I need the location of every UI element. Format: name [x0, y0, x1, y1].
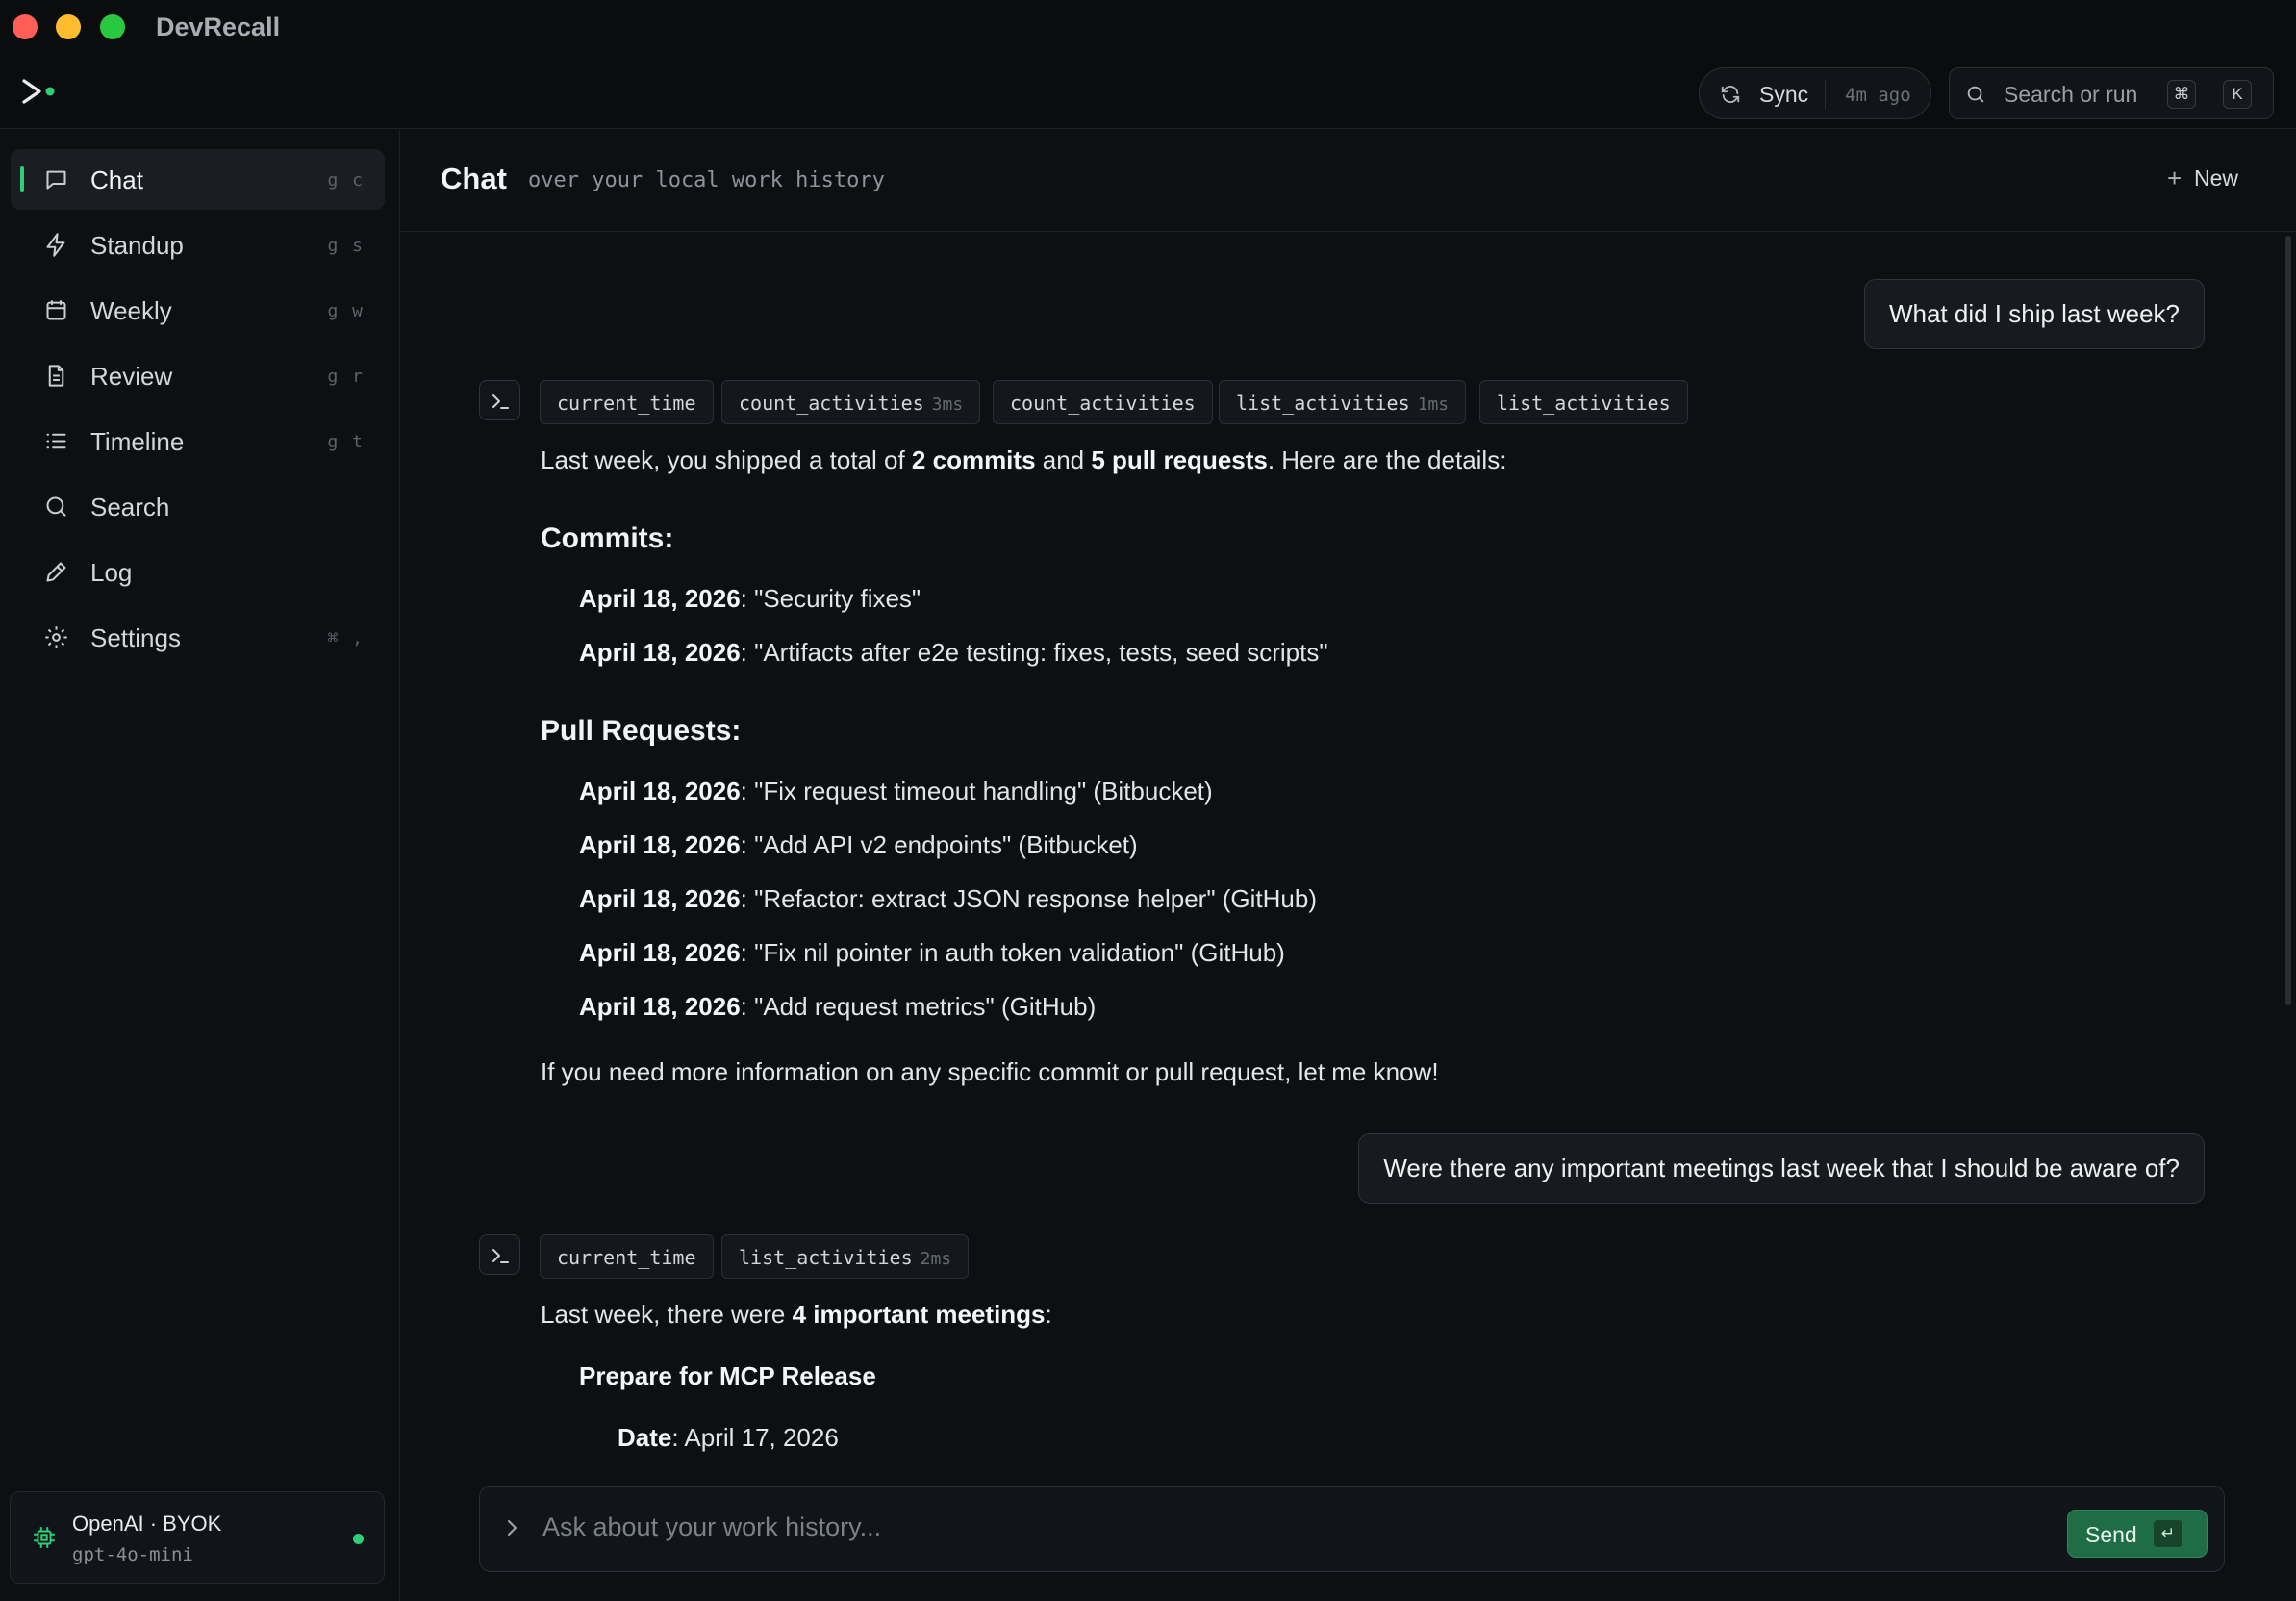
search-icon: [1965, 84, 1986, 110]
sidebar-item-label: Settings: [90, 623, 181, 652]
assistant-outro: If you need more information on any spec…: [541, 1057, 1439, 1086]
sidebar-item-weekly[interactable]: Weekly g w: [11, 280, 385, 341]
document-icon: [43, 363, 69, 394]
title-bar: DevRecall: [0, 0, 2296, 54]
app-logo-icon[interactable]: [21, 77, 58, 113]
meeting-title: Prepare for MCP Release: [579, 1361, 876, 1390]
sidebar-item-review[interactable]: Review g r: [11, 345, 385, 406]
meeting-date: Date: April 17, 2026: [618, 1423, 839, 1452]
chat-input[interactable]: Ask about your work history... Send ↵: [479, 1486, 2225, 1572]
sidebar-item-search[interactable]: Search: [11, 476, 385, 537]
sidebar-item-label: Weekly: [90, 296, 172, 325]
new-chat-label: New: [2194, 165, 2239, 191]
model-name: gpt-4o-mini: [72, 1544, 193, 1565]
status-indicator: [353, 1534, 364, 1544]
shortcut-hint: g r: [327, 367, 365, 387]
maximize-window-button[interactable]: [100, 14, 125, 39]
shortcut-hint: g s: [327, 236, 365, 256]
search-placeholder: Search or run: [2004, 82, 2138, 107]
shortcut-hint: g c: [327, 170, 365, 191]
search-icon: [43, 494, 69, 524]
pr-item: April 18, 2026: "Add request metrics" (G…: [579, 992, 1097, 1021]
user-message: Were there any important meetings last w…: [1358, 1133, 2205, 1204]
tool-chip[interactable]: list_activities 2ms: [721, 1234, 970, 1279]
pull-requests-heading: Pull Requests:: [541, 715, 742, 747]
sync-divider: [1825, 80, 1826, 109]
tool-chip[interactable]: current_time: [540, 380, 714, 424]
send-label: Send: [2085, 1522, 2137, 1547]
chat-scrollbar[interactable]: [2285, 236, 2291, 1005]
sidebar-item-label: Review: [90, 362, 173, 391]
shortcut-hint: g t: [327, 432, 365, 452]
command-search-input[interactable]: Search or run ⌘ K: [1949, 67, 2274, 119]
page-title: Chat: [441, 162, 507, 195]
active-indicator: [20, 166, 24, 192]
tool-chip[interactable]: list_activities 1ms: [1219, 380, 1467, 424]
sidebar-item-label: Chat: [90, 165, 143, 194]
tool-chip[interactable]: current_time: [540, 1234, 714, 1279]
model-selector[interactable]: OpenAI · BYOK gpt-4o-mini: [10, 1491, 385, 1584]
kbd-k: K: [2223, 80, 2252, 109]
sidebar-item-label: Search: [90, 493, 170, 521]
tool-chip[interactable]: count_activities: [993, 380, 1213, 424]
assistant-intro: Last week, there were 4 important meetin…: [541, 1300, 1052, 1329]
assistant-intro: Last week, you shipped a total of 2 comm…: [541, 445, 1507, 474]
model-provider: OpenAI · BYOK: [72, 1512, 222, 1536]
minimize-window-button[interactable]: [56, 14, 81, 39]
chip-icon: [32, 1525, 57, 1555]
shortcut-hint: ⌘ ,: [327, 628, 365, 648]
kbd-command: ⌘: [2167, 80, 2196, 109]
sidebar-item-timeline[interactable]: Timeline g t: [11, 411, 385, 471]
page-subtitle: over your local work history: [528, 168, 885, 192]
sidebar: Chat g c Standup g s Weekly g w Review g…: [0, 130, 400, 1601]
commits-heading: Commits:: [541, 522, 674, 554]
sidebar-item-label: Timeline: [90, 427, 185, 456]
sidebar-item-chat[interactable]: Chat g c: [11, 149, 385, 210]
calendar-icon: [43, 297, 69, 328]
list-icon: [43, 428, 69, 459]
enter-key-icon: ↵: [2153, 1519, 2183, 1548]
sidebar-item-log[interactable]: Log: [11, 542, 385, 602]
commit-item: April 18, 2026: "Security fixes": [579, 584, 921, 613]
terminal-icon: [479, 380, 520, 420]
sync-icon: [1720, 84, 1741, 110]
user-message: What did I ship last week?: [1863, 279, 2205, 349]
gear-icon: [43, 624, 69, 655]
tool-chip[interactable]: list_activities: [1479, 380, 1688, 424]
sidebar-item-settings[interactable]: Settings ⌘ ,: [11, 607, 385, 668]
sync-button[interactable]: Sync 4m ago: [1699, 67, 1931, 119]
pr-item: April 18, 2026: "Refactor: extract JSON …: [579, 884, 1318, 913]
sidebar-item-standup[interactable]: Standup g s: [11, 215, 385, 275]
top-bar: Sync 4m ago Search or run ⌘ K: [0, 54, 2296, 129]
chat-header: Chat over your local work history + New: [401, 130, 2296, 232]
plus-icon: +: [2167, 164, 2182, 192]
bolt-icon: [43, 232, 69, 263]
send-button[interactable]: Send ↵: [2067, 1510, 2208, 1558]
pen-icon: [43, 559, 69, 590]
pr-item: April 18, 2026: "Add API v2 endpoints" (…: [579, 830, 1138, 859]
close-window-button[interactable]: [13, 14, 38, 39]
sidebar-item-label: Standup: [90, 231, 184, 260]
pr-item: April 18, 2026: "Fix nil pointer in auth…: [579, 938, 1285, 967]
shortcut-hint: g w: [327, 301, 365, 321]
terminal-icon: [479, 1234, 520, 1275]
chevron-right-icon: [505, 1517, 520, 1543]
chat-icon: [43, 166, 69, 197]
commit-item: April 18, 2026: "Artifacts after e2e tes…: [579, 638, 1328, 667]
tool-chip[interactable]: count_activities 3ms: [721, 380, 981, 424]
sidebar-item-label: Log: [90, 558, 133, 587]
pr-item: April 18, 2026: "Fix request timeout han…: [579, 776, 1213, 805]
chat-input-placeholder: Ask about your work history...: [542, 1512, 882, 1541]
sync-label: Sync: [1759, 82, 1809, 107]
app-title: DevRecall: [156, 13, 281, 41]
sync-time: 4m ago: [1845, 85, 1911, 106]
